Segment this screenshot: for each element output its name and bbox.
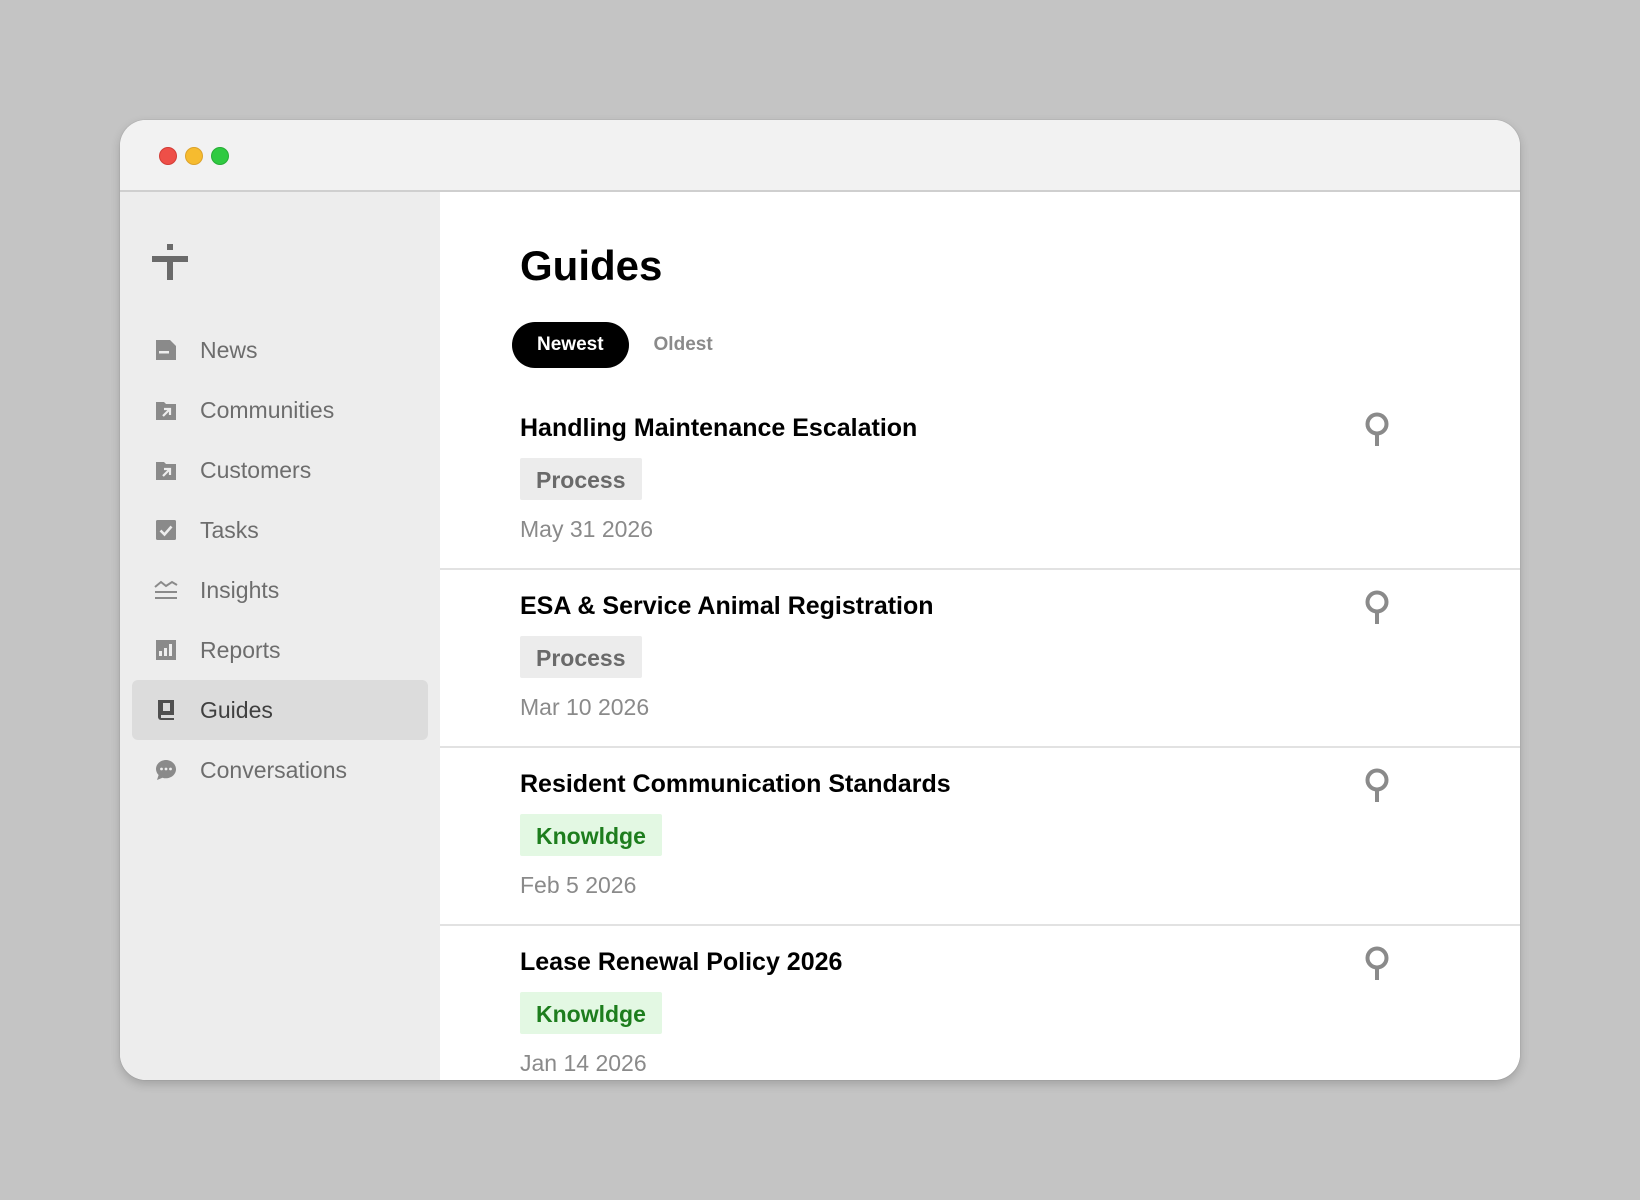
sidebar-item-label: Insights	[200, 576, 280, 603]
sort-newest-tab[interactable]: Newest	[512, 322, 629, 368]
app-logo-icon	[152, 244, 188, 280]
pin-button[interactable]	[1360, 944, 1394, 984]
sort-tabs: Newest Oldest	[512, 322, 738, 368]
guide-date: Mar 10 2026	[520, 694, 650, 720]
pin-button[interactable]	[1360, 410, 1394, 450]
maximize-window-button[interactable]	[211, 147, 229, 165]
communities-icon	[156, 402, 176, 420]
page-title: Guides	[520, 242, 663, 289]
sidebar-item-tasks[interactable]: Tasks	[132, 500, 428, 560]
guides-icon	[158, 700, 174, 720]
sidebar-item-label: Customers	[200, 456, 312, 483]
guide-tag: Knowldge	[520, 992, 662, 1034]
guide-tag: Knowldge	[520, 814, 662, 856]
sidebar-item-guides[interactable]: Guides	[132, 680, 428, 740]
sidebar: News Communities Customers Tasks Insight…	[120, 192, 440, 1080]
guide-date: Jan 14 2026	[520, 1050, 647, 1076]
conversations-icon	[156, 760, 176, 780]
pin-button[interactable]	[1360, 766, 1394, 806]
guide-row[interactable]: ESA & Service Animal Registration Proces…	[440, 570, 1520, 748]
news-icon	[156, 340, 176, 360]
app-window: News Communities Customers Tasks Insight…	[120, 120, 1520, 1080]
sidebar-item-customers[interactable]: Customers	[132, 440, 428, 500]
sidebar-item-communities[interactable]: Communities	[132, 380, 428, 440]
guide-title[interactable]: Lease Renewal Policy 2026	[520, 948, 842, 977]
minimize-window-button[interactable]	[185, 147, 203, 165]
pin-icon	[1365, 412, 1389, 446]
sidebar-item-label: Reports	[200, 636, 281, 663]
guide-tag: Process	[520, 458, 642, 500]
guides-list: Handling Maintenance Escalation Process …	[440, 392, 1520, 1080]
sidebar-item-label: Conversations	[200, 756, 348, 783]
guide-title[interactable]: Handling Maintenance Escalation	[520, 414, 917, 443]
guide-row[interactable]: Resident Communication Standards Knowldg…	[440, 748, 1520, 926]
tasks-icon	[156, 520, 176, 540]
main-content: Guides Newest Oldest Handling Maintenanc…	[440, 192, 1520, 1080]
sidebar-item-reports[interactable]: Reports	[132, 620, 428, 680]
insights-icon	[154, 580, 178, 599]
pin-icon	[1365, 768, 1389, 802]
pin-button[interactable]	[1360, 588, 1394, 628]
guide-date: May 31 2026	[520, 516, 653, 542]
pin-icon	[1365, 946, 1389, 980]
reports-icon	[156, 640, 176, 660]
sidebar-item-news[interactable]: News	[132, 320, 428, 380]
pin-icon	[1365, 590, 1389, 624]
guide-title[interactable]: Resident Communication Standards	[520, 770, 951, 799]
sidebar-item-label: Communities	[200, 396, 335, 423]
guide-date: Feb 5 2026	[520, 872, 637, 898]
sidebar-item-label: Tasks	[200, 516, 259, 543]
customers-icon	[156, 462, 176, 480]
guide-title[interactable]: ESA & Service Animal Registration	[520, 592, 934, 621]
close-window-button[interactable]	[159, 147, 177, 165]
guide-row[interactable]: Handling Maintenance Escalation Process …	[440, 392, 1520, 570]
guide-tag: Process	[520, 636, 642, 678]
guide-row[interactable]: Lease Renewal Policy 2026 Knowldge Jan 1…	[440, 926, 1520, 1080]
sidebar-item-conversations[interactable]: Conversations	[132, 740, 428, 800]
sort-oldest-tab[interactable]: Oldest	[629, 322, 738, 368]
sidebar-item-label: News	[200, 336, 258, 363]
sidebar-nav: News Communities Customers Tasks Insight…	[132, 320, 428, 800]
sidebar-item-label: Guides	[200, 696, 273, 723]
title-bar	[120, 120, 1520, 192]
sidebar-item-insights[interactable]: Insights	[132, 560, 428, 620]
